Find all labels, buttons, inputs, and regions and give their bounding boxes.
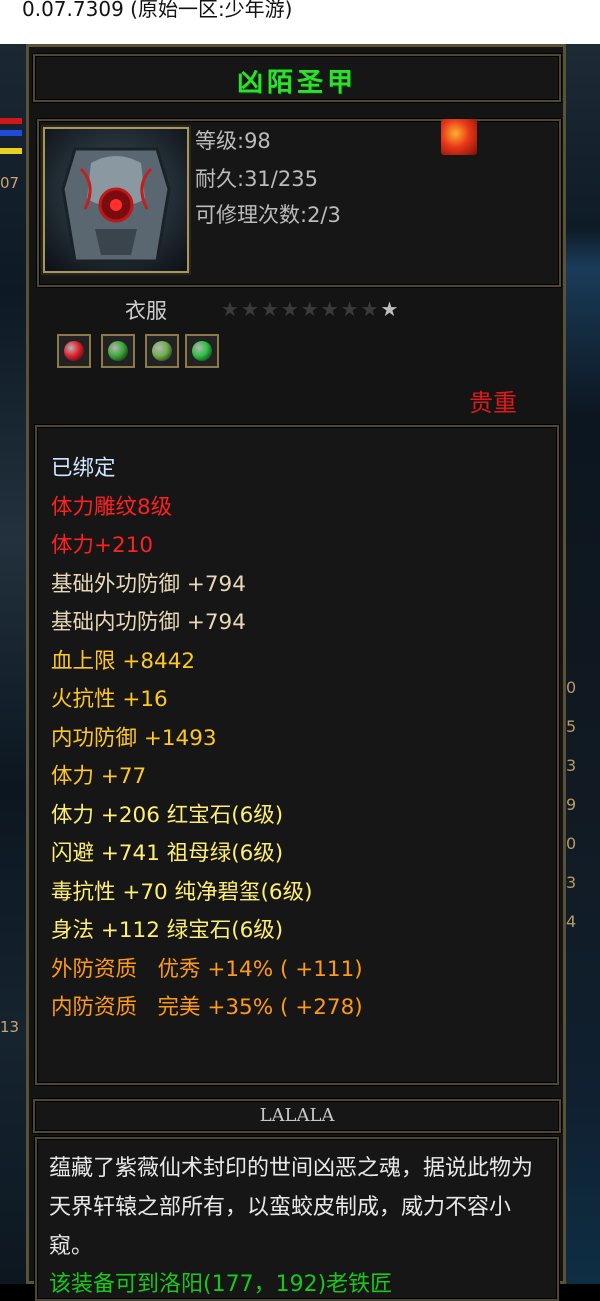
star-icon: ★	[320, 297, 341, 321]
attribute-line: 基础外功防御 +794	[51, 572, 246, 597]
emerald-gem-icon[interactable]	[101, 334, 135, 368]
attribute-line: 体力 +77	[51, 764, 147, 789]
attribute-line: 体力+210	[51, 533, 154, 558]
star-icon: ★	[280, 297, 301, 321]
side-value: 0	[566, 834, 577, 853]
gem-color	[152, 341, 172, 361]
rarity-label: 贵重	[469, 389, 517, 417]
attributes-panel: 已绑定 体力雕纹8级 体力+210 基础外功防御 +794 基础内功防御 +79…	[35, 425, 559, 1085]
item-level: 等级:98	[195, 129, 271, 153]
item-durability: 耐久:31/235	[195, 167, 318, 191]
star-icon: ★	[240, 297, 261, 321]
game-background-right: 0 5 3 9 0 3 4	[562, 44, 600, 1284]
attribute-line: 外防资质 优秀 +14% ( +111)	[51, 957, 363, 982]
star-icon: ★	[221, 297, 241, 321]
hp-bar	[0, 118, 22, 124]
mp-bar	[0, 130, 22, 136]
attribute-line: 基础内功防御 +794	[51, 610, 246, 635]
attribute-line: 已绑定	[51, 456, 116, 481]
star-rating: ★★★★★★★★★	[221, 297, 400, 321]
item-description: 蕴藏了紫薇仙术封印的世间凶恶之魂，据说此物为天界轩辕之部所有，以蛮蛟皮制成，威力…	[49, 1156, 534, 1259]
exp-bar	[0, 148, 22, 154]
side-value: 13	[0, 1018, 20, 1036]
owner-panel: LALALA	[33, 1099, 561, 1133]
attribute-line: 毒抗性 +70 纯净碧玺(6级)	[51, 880, 313, 905]
item-description-extra: 该装备可到洛阳(177，192)老铁匠	[49, 1272, 393, 1297]
owner-name: LALALA	[259, 1105, 335, 1126]
star-icon: ★	[380, 297, 401, 321]
side-value: 4	[566, 912, 577, 931]
side-value: 3	[566, 756, 577, 775]
attribute-line: 血上限 +8442	[51, 649, 196, 674]
armor-icon[interactable]	[43, 127, 189, 273]
attribute-line: 火抗性 +16	[51, 687, 168, 712]
window-title: 0.07.7309 (原始一区:少年游)	[0, 0, 600, 44]
title-panel: 凶陌圣甲	[33, 54, 561, 102]
attribute-line: 体力雕纹8级	[51, 495, 173, 520]
item-tooltip: 凶陌圣甲 等级:98 耐久:31/235 可修理次数:2/3 衣服 ★★★★★★…	[26, 44, 566, 1301]
star-icon: ★	[300, 297, 321, 321]
attribute-line: 闪避 +741 祖母绿(6级)	[51, 841, 284, 866]
attribute-line: 体力 +206 红宝石(6级)	[51, 803, 284, 828]
side-value: 9	[566, 795, 577, 814]
description-panel: 蕴藏了紫薇仙术封印的世间凶恶之魂，据说此物为天界轩辕之部所有，以蛮蛟皮制成，威力…	[35, 1137, 559, 1301]
attribute-line: 内功防御 +1493	[51, 726, 217, 751]
star-icon: ★	[340, 297, 361, 321]
side-value: 07	[0, 174, 20, 192]
gem-color	[108, 341, 128, 361]
gem-color	[64, 341, 84, 361]
ruby-gem-icon[interactable]	[57, 334, 91, 368]
fire-buff-icon[interactable]	[441, 119, 477, 155]
item-name: 凶陌圣甲	[236, 68, 357, 98]
side-value: 0	[566, 678, 577, 697]
green-gem-icon[interactable]	[185, 334, 219, 368]
item-repairs: 可修理次数:2/3	[195, 203, 341, 227]
attribute-line: 身法 +112 绿宝石(6级)	[51, 918, 284, 943]
side-value: 5	[566, 717, 577, 736]
star-icon: ★	[260, 297, 281, 321]
attribute-line: 内防资质 完美 +35% ( +278)	[51, 995, 363, 1020]
gem-color	[192, 341, 212, 361]
item-category: 衣服	[125, 299, 167, 323]
jade-gem-icon[interactable]	[145, 334, 179, 368]
star-icon: ★	[360, 297, 381, 321]
side-value: 3	[566, 873, 577, 892]
